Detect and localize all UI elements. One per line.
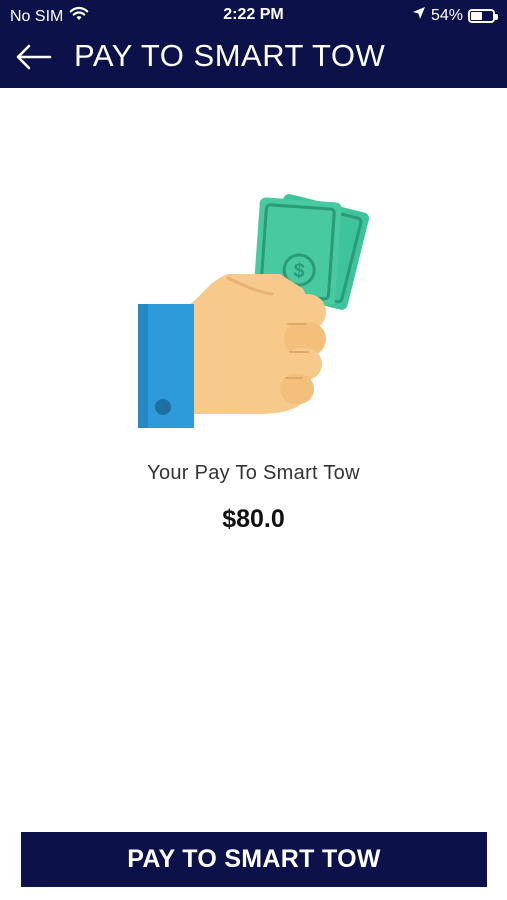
payment-caption: Your Pay To Smart Tow [147,462,360,484]
location-arrow-icon [412,6,426,25]
battery-cap [495,13,498,20]
battery-icon [468,8,498,23]
status-bar: No SIM 2:22 PM 54% [0,0,507,30]
page-title: PAY TO SMART TOW [74,38,386,73]
hand-holding-cash-icon: $ [130,188,380,438]
battery-fill [471,11,483,20]
status-right: 54% [412,6,498,25]
battery-percent: 54% [430,6,463,24]
payment-amount: $80.0 [222,505,285,533]
svg-text:$: $ [293,260,306,283]
back-button[interactable] [14,38,54,76]
nav-row: PAY TO SMART TOW [0,34,507,80]
arrow-left-icon [16,44,52,70]
pay-button[interactable]: PAY TO SMART TOW [21,832,487,887]
app-header: No SIM 2:22 PM 54% PAY TO SMART TOW [0,0,507,88]
